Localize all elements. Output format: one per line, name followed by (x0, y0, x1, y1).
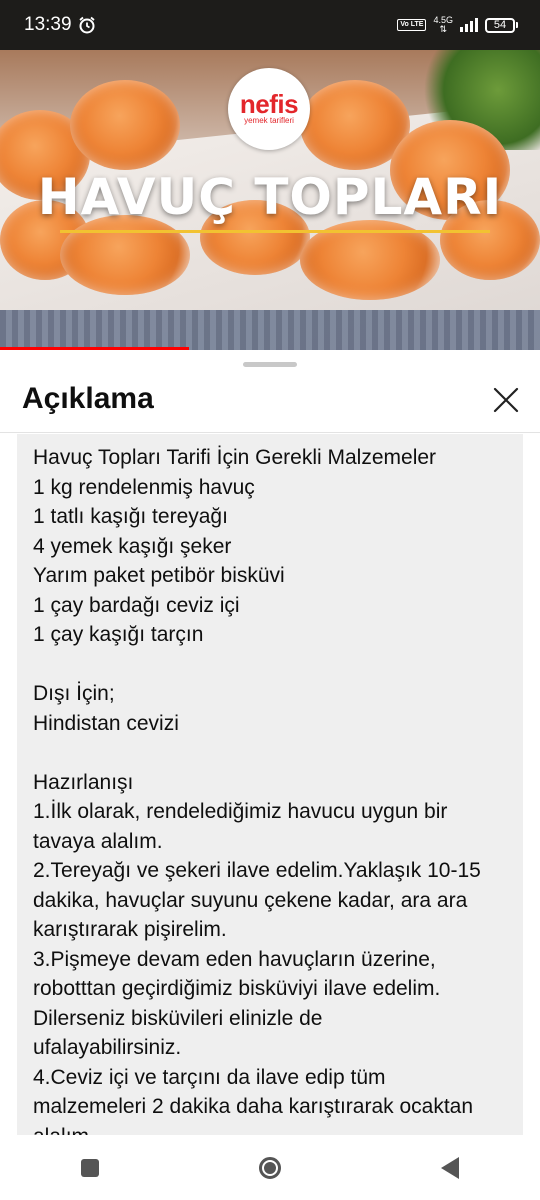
carrot-ball (70, 80, 180, 170)
drag-handle[interactable] (243, 362, 297, 367)
description-line (33, 738, 507, 768)
signal-bars-icon (460, 18, 478, 32)
title-underline (60, 230, 490, 233)
recents-square-icon (81, 1158, 99, 1177)
video-progress-bar[interactable] (0, 347, 189, 350)
description-line: robotttan geçirdiğimiz bisküviyi ilave e… (33, 977, 441, 1000)
description-line: Dışı İçin; (33, 682, 115, 705)
description-line: 1 çay bardağı ceviz içi (33, 593, 240, 617)
status-right: Vo LTE 4.5G ⇅ 54 (397, 16, 518, 34)
description-line (33, 650, 507, 680)
description-line: 4 yemek kaşığı şeker (33, 534, 232, 558)
brand-logo: nefis yemek tarifleri (228, 68, 310, 150)
video-title-overlay: HAVUÇ TOPLARI (37, 168, 503, 226)
description-line: Havuç Topları Tarifi İçin Gerekli Malzem… (33, 446, 437, 469)
network-indicator: 4.5G ⇅ (433, 16, 453, 34)
description-text: Havuç Topları Tarifi İçin Gerekli Malzem… (17, 434, 523, 1135)
description-line: karıştırarak pişirelim. (33, 918, 227, 941)
navigation-bar (0, 1135, 540, 1200)
description-line: alalım. (33, 1122, 507, 1136)
description-line: 1 tatlı kaşığı tereyağı (33, 505, 228, 528)
close-icon[interactable] (492, 386, 520, 414)
description-line: 3.Pişmeye devam eden havuçların üzerine, (33, 947, 436, 971)
home-button[interactable] (240, 1138, 300, 1198)
alarm-clock-icon (78, 16, 95, 34)
description-line: 1 çay kaşığı tarçın (33, 623, 204, 646)
battery-level: 54 (493, 19, 507, 31)
description-line: malzemeleri 2 dakika daha karıştırarak o… (33, 1095, 474, 1118)
carrot-ball (60, 215, 190, 295)
table-cloth (0, 310, 540, 350)
description-line: ufalayabilirsiniz. (33, 1036, 182, 1059)
back-button[interactable] (420, 1138, 480, 1198)
home-circle-icon (259, 1156, 281, 1179)
battery-icon: 54 (485, 17, 518, 33)
status-left: 13:39 (24, 14, 96, 36)
status-bar: 13:39 Vo LTE 4.5G ⇅ 54 (0, 0, 540, 50)
description-line: Dilerseniz bisküvileri elinizle de (33, 1006, 323, 1030)
description-line: Yarım paket petibör bisküvi (33, 564, 285, 587)
video-player[interactable]: nefis yemek tarifleri HAVUÇ TOPLARI (0, 50, 540, 350)
brand-logo-main: nefis (239, 89, 299, 119)
description-line: Hazırlanışı (33, 770, 134, 794)
description-sheet: Açıklama Havuç Topları Tarifi İçin Gerek… (0, 350, 540, 1135)
description-line: 2.Tereyağı ve şekeri ilave edelim.Yaklaş… (33, 859, 481, 882)
sheet-title: Açıklama (22, 382, 154, 415)
description-line: Hindistan cevizi (33, 711, 179, 735)
data-arrows-icon: ⇅ (439, 24, 448, 34)
description-line: 1.İlk olarak, rendelediğimiz havucu uygu… (33, 800, 448, 823)
back-triangle-icon (441, 1156, 459, 1179)
description-line: tavaya alalım. (33, 829, 163, 853)
description-line: 4.Ceviz içi ve tarçını da ilave edip tüm (33, 1065, 386, 1089)
description-line: 1 kg rendelenmiş havuç (33, 475, 255, 499)
recents-button[interactable] (60, 1138, 120, 1198)
status-time: 13:39 (24, 14, 72, 35)
brand-logo-sub: yemek tarifleri (244, 116, 294, 125)
description-line: dakika, havuçlar suyunu çekene kadar, ar… (33, 888, 468, 912)
sheet-header: Açıklama (0, 370, 540, 433)
volte-indicator: Vo LTE (397, 19, 427, 31)
